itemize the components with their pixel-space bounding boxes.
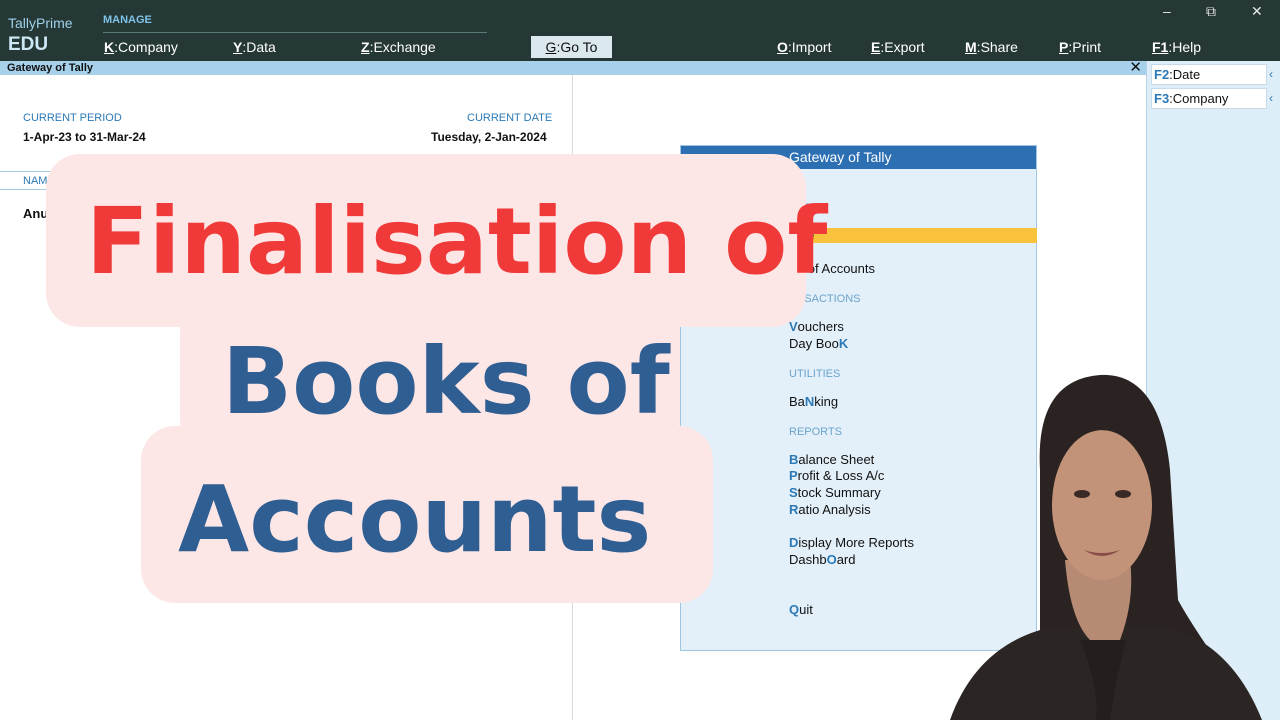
company-name[interactable]: Anu: [23, 206, 48, 221]
date-button[interactable]: F2:Date: [1151, 64, 1267, 85]
menu-export[interactable]: E:Export: [871, 39, 925, 55]
current-period-value: 1-Apr-23 to 31-Mar-24: [23, 130, 146, 144]
headline-line-2: Books of: [222, 328, 670, 435]
menu-stock-summary[interactable]: Stock Summary: [789, 485, 881, 500]
brand-edition: EDU: [8, 34, 49, 55]
close-window-icon[interactable]: ✕: [1251, 3, 1263, 20]
current-date-value: Tuesday, 2-Jan-2024: [431, 130, 547, 144]
expand-arrow-icon[interactable]: ‹: [1269, 67, 1273, 81]
menu-company[interactable]: K:Company: [104, 39, 178, 55]
minimize-icon[interactable]: –: [1163, 3, 1171, 19]
headline-line-1: Finalisation of: [86, 188, 828, 295]
menu-help[interactable]: F1:Help: [1152, 39, 1201, 55]
manage-section-label: MANAGE: [103, 14, 152, 26]
menu-dashboard[interactable]: DashbOard: [789, 552, 856, 567]
menu-banking[interactable]: BaNking: [789, 394, 838, 409]
menu-data[interactable]: Y:Data: [233, 39, 276, 55]
menu-exchange[interactable]: Z:Exchange: [361, 39, 436, 55]
menu-day-book[interactable]: Day BooK: [789, 336, 848, 351]
menu-go-to[interactable]: G:Go To: [531, 36, 612, 58]
headline-line-3: Accounts: [178, 466, 652, 573]
current-date-label: CURRENT DATE: [467, 112, 553, 124]
menu-quit[interactable]: Quit: [789, 602, 813, 617]
menu-share[interactable]: M:Share: [965, 39, 1018, 55]
close-screen-icon[interactable]: ✕: [1129, 58, 1142, 76]
brand-name: TallyPrime: [8, 15, 73, 31]
right-button-bar: F2:Date ‹ F3:Company ‹: [1146, 61, 1280, 720]
section-reports: REPORTS: [789, 426, 842, 438]
menu-vouchers[interactable]: Vouchers: [789, 319, 844, 334]
company-button[interactable]: F3:Company: [1151, 88, 1267, 109]
screen-title: Gateway of Tally: [7, 62, 93, 74]
menu-display-more-reports[interactable]: Display More Reports: [789, 535, 914, 550]
top-bar: TallyPrime EDU MANAGE K:Company Y:Data Z…: [0, 0, 1280, 61]
manage-underline: [103, 32, 487, 33]
current-period-label: CURRENT PERIOD: [23, 112, 122, 124]
menu-profit-loss[interactable]: Profit & Loss A/c: [789, 468, 884, 483]
expand-arrow-icon[interactable]: ‹: [1269, 91, 1273, 105]
menu-print[interactable]: P:Print: [1059, 39, 1101, 55]
menu-import[interactable]: O:Import: [777, 39, 831, 55]
section-utilities: UTILITIES: [789, 368, 841, 380]
restore-icon[interactable]: ⧉: [1206, 3, 1216, 20]
menu-ratio-analysis[interactable]: Ratio Analysis: [789, 502, 871, 517]
tallyprime-window: { "app": { "brand_line1": "TallyPrime", …: [0, 0, 1280, 720]
screen-title-bar: Gateway of Tally ✕: [0, 58, 1146, 76]
menu-balance-sheet[interactable]: Balance Sheet: [789, 452, 874, 467]
